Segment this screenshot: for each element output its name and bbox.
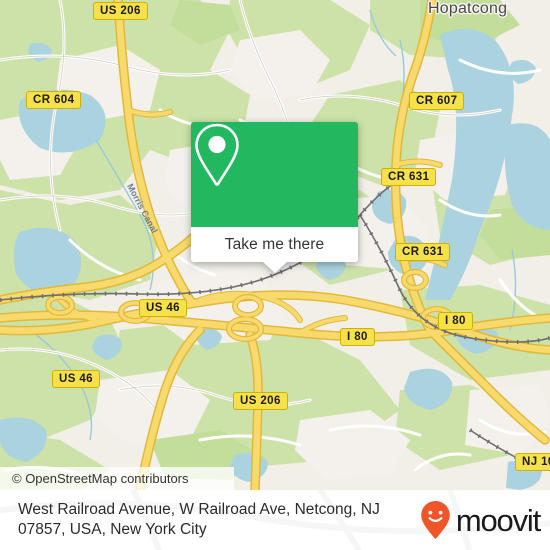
road-shield-us-206-south[interactable]: US 206 [233, 392, 288, 410]
road-shield-cr-607[interactable]: CR 607 [409, 92, 465, 110]
road-shield-cr-631-lower[interactable]: CR 631 [395, 243, 451, 261]
footer-bar: West Railroad Avenue, W Railroad Ave, Ne… [0, 490, 550, 550]
map-attribution[interactable]: © OpenStreetMap contributors [0, 467, 234, 490]
road-shield-us-206-north[interactable]: US 206 [93, 2, 148, 20]
moovit-wordmark: moovit [455, 502, 541, 538]
map-place-label-hopatcong: Hopatcong [428, 0, 508, 17]
road-shield-nj-10[interactable]: NJ 10 [515, 453, 550, 471]
take-me-there-button[interactable]: Take me there [191, 227, 358, 273]
road-shield-cr-631-upper[interactable]: CR 631 [381, 168, 437, 186]
road-shield-us-46-mid[interactable]: US 46 [139, 299, 187, 317]
map-pin-icon [195, 123, 239, 186]
address-text: West Railroad Avenue, W Railroad Ave, Ne… [18, 500, 380, 540]
map-canvas[interactable]: Hopatcong Morris Canal US 206 CR 604 CR … [0, 0, 550, 490]
moovit-logo[interactable]: moovit [420, 500, 541, 540]
popup-icon-area [191, 122, 358, 227]
screenshot-root: Hopatcong Morris Canal US 206 CR 604 CR … [0, 0, 550, 550]
address-line-2: 07857, USA, New York City [18, 521, 207, 538]
take-me-there-label: Take me there [224, 235, 325, 253]
road-shield-i-80-east[interactable]: I 80 [438, 312, 473, 330]
road-shield-us-46-west[interactable]: US 46 [52, 370, 100, 388]
moovit-pin-icon [421, 501, 450, 539]
address-line-1: West Railroad Avenue, W Railroad Ave, Ne… [18, 501, 380, 518]
road-shield-cr-604[interactable]: CR 604 [26, 91, 82, 109]
destination-popup-card[interactable]: Take me there [191, 122, 358, 273]
attribution-text: © OpenStreetMap contributors [12, 471, 189, 486]
popup-pointer-tail [262, 262, 287, 273]
road-shield-i-80-mid[interactable]: I 80 [340, 328, 375, 346]
